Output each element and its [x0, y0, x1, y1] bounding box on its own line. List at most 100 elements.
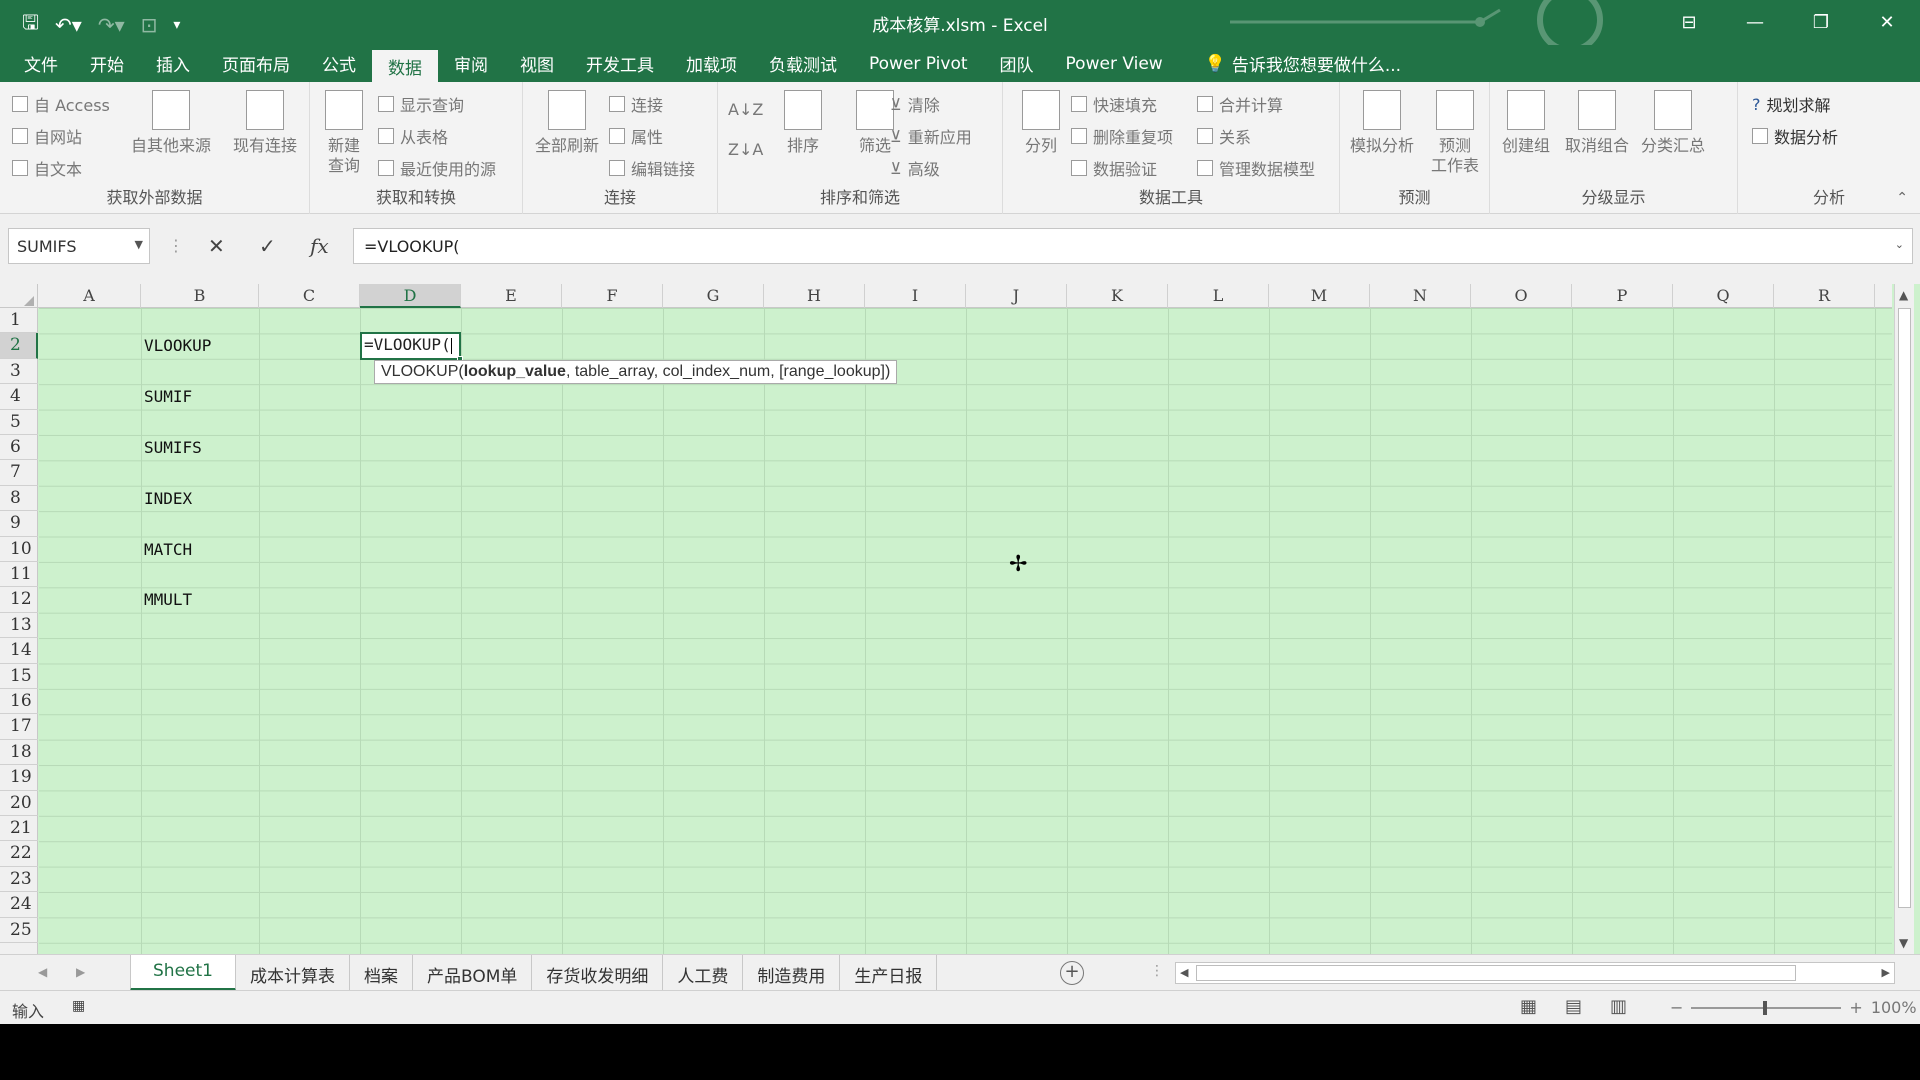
- properties-button[interactable]: 属性: [609, 124, 663, 148]
- sheet-tab-8[interactable]: 生产日报: [840, 955, 938, 991]
- tab-load-test[interactable]: 负载测试: [753, 45, 853, 82]
- sheet-tab-2[interactable]: 成本计算表: [236, 955, 350, 991]
- column-header-c[interactable]: C: [259, 284, 360, 308]
- scroll-right-icon[interactable]: ▶: [1882, 966, 1890, 979]
- column-header-n[interactable]: N: [1370, 284, 1471, 308]
- expand-formula-icon[interactable]: ⌄: [1895, 238, 1904, 251]
- row-header-16[interactable]: 16: [0, 689, 38, 715]
- row-header-6[interactable]: 6: [0, 435, 38, 461]
- consolidate-button[interactable]: 合并计算: [1197, 92, 1283, 116]
- row-header-14[interactable]: 14: [0, 638, 38, 664]
- existing-connections-button[interactable]: 现有连接: [225, 90, 305, 156]
- tab-home[interactable]: 开始: [74, 45, 140, 82]
- tooltip-current-arg[interactable]: lookup_value: [464, 363, 566, 380]
- what-if-button[interactable]: 模拟分析: [1344, 90, 1420, 156]
- sort-ascending-button[interactable]: A↓Z: [728, 100, 763, 119]
- row-header-17[interactable]: 17: [0, 714, 38, 740]
- column-header-e[interactable]: E: [461, 284, 562, 308]
- tab-team[interactable]: 团队: [984, 45, 1050, 82]
- column-header-l[interactable]: L: [1168, 284, 1269, 308]
- splitter-grip[interactable]: ⋮: [1150, 963, 1164, 979]
- zoom-slider-knob[interactable]: [1763, 1000, 1768, 1015]
- page-layout-view-icon[interactable]: ▤: [1565, 996, 1582, 1017]
- row-header-7[interactable]: 7: [0, 460, 38, 486]
- manage-data-model-button[interactable]: 管理数据模型: [1197, 156, 1315, 180]
- row-header-18[interactable]: 18: [0, 740, 38, 766]
- tab-page-layout[interactable]: 页面布局: [206, 45, 306, 82]
- from-access-button[interactable]: 自 Access: [12, 92, 110, 116]
- column-header-q[interactable]: Q: [1673, 284, 1774, 308]
- prev-sheet-icon[interactable]: ◀: [38, 965, 47, 979]
- show-queries-button[interactable]: 显示查询: [378, 92, 464, 116]
- insert-function-icon[interactable]: fx: [310, 234, 329, 258]
- row-header-21[interactable]: 21: [0, 816, 38, 842]
- tab-insert[interactable]: 插入: [140, 45, 206, 82]
- scroll-left-icon[interactable]: ◀: [1180, 966, 1188, 979]
- row-header-19[interactable]: 19: [0, 765, 38, 791]
- row-header-2[interactable]: 2: [0, 333, 38, 359]
- chevron-down-icon[interactable]: ▼: [135, 238, 143, 251]
- macro-record-icon[interactable]: ▦: [72, 998, 85, 1014]
- column-header-j[interactable]: J: [966, 284, 1067, 308]
- tooltip-function[interactable]: VLOOKUP(: [381, 363, 464, 380]
- sheet-tab-3[interactable]: 档案: [350, 955, 413, 991]
- sheet-tab-5[interactable]: 存货收发明细: [532, 955, 664, 991]
- tab-power-view[interactable]: Power View: [1050, 45, 1179, 82]
- reapply-button[interactable]: ⊻ 重新应用: [890, 124, 972, 148]
- cell-b12[interactable]: MMULT: [144, 590, 192, 609]
- sheet-tab-4[interactable]: 产品BOM单: [413, 955, 533, 991]
- sheet-tab-7[interactable]: 制造费用: [743, 955, 841, 991]
- row-header-13[interactable]: 13: [0, 613, 38, 639]
- column-header-i[interactable]: I: [865, 284, 966, 308]
- tell-me-box[interactable]: 💡 告诉我您想要做什么...: [1189, 45, 1417, 82]
- data-analysis-button[interactable]: 数据分析: [1752, 124, 1838, 148]
- vertical-scrollbar[interactable]: ▲ ▼: [1894, 284, 1914, 954]
- sheet-tab-6[interactable]: 人工费: [663, 955, 744, 991]
- zoom-level[interactable]: 100%: [1871, 998, 1917, 1017]
- zoom-out-icon[interactable]: −: [1670, 998, 1683, 1017]
- advanced-button[interactable]: ⊻ 高级: [890, 156, 940, 180]
- close-button[interactable]: ✕: [1854, 0, 1920, 45]
- horizontal-scrollbar[interactable]: ◀ ▶: [1175, 962, 1895, 984]
- row-header-20[interactable]: 20: [0, 791, 38, 816]
- scroll-up-icon[interactable]: ▲: [1899, 288, 1908, 302]
- subtotal-button[interactable]: 分类汇总: [1636, 90, 1710, 156]
- cell-b8[interactable]: INDEX: [144, 489, 192, 508]
- new-query-button[interactable]: 新建 查询: [314, 90, 374, 176]
- column-header-r[interactable]: R: [1774, 284, 1875, 308]
- select-all-corner[interactable]: [0, 284, 38, 308]
- edit-links-button[interactable]: 编辑链接: [609, 156, 695, 180]
- zoom-in-icon[interactable]: +: [1849, 998, 1862, 1017]
- vertical-scroll-thumb[interactable]: [1898, 308, 1911, 908]
- row-header-10[interactable]: 10: [0, 537, 38, 562]
- column-header-h[interactable]: H: [764, 284, 865, 308]
- column-header-o[interactable]: O: [1471, 284, 1572, 308]
- group-button[interactable]: 创建组: [1494, 90, 1558, 156]
- column-header-a[interactable]: A: [38, 284, 141, 308]
- flash-fill-button[interactable]: 快速填充: [1071, 92, 1157, 116]
- tab-developer[interactable]: 开发工具: [570, 45, 670, 82]
- active-cell[interactable]: =VLOOKUP(: [360, 332, 463, 362]
- column-header-b[interactable]: B: [141, 284, 259, 308]
- data-validation-button[interactable]: 数据验证: [1071, 156, 1157, 180]
- clear-button[interactable]: ⊻ 清除: [890, 92, 940, 116]
- row-header-9[interactable]: 9: [0, 511, 38, 537]
- tab-formulas[interactable]: 公式: [306, 45, 372, 82]
- recent-sources-button[interactable]: 最近使用的源: [378, 156, 496, 180]
- minimize-button[interactable]: —: [1722, 0, 1788, 45]
- row-header-1[interactable]: 1: [0, 308, 38, 334]
- cell-b4[interactable]: SUMIF: [144, 387, 192, 406]
- row-header-8[interactable]: 8: [0, 486, 38, 512]
- from-web-button[interactable]: 自网站: [12, 124, 82, 148]
- from-other-sources-button[interactable]: 自其他来源: [126, 90, 216, 156]
- from-text-button[interactable]: 自文本: [12, 156, 82, 180]
- name-box[interactable]: SUMIFS ▼: [8, 228, 150, 264]
- row-header-22[interactable]: 22: [0, 841, 38, 867]
- refresh-all-button[interactable]: 全部刷新: [527, 90, 607, 156]
- text-to-columns-button[interactable]: 分列: [1011, 90, 1071, 156]
- relationships-button[interactable]: 关系: [1197, 124, 1251, 148]
- tab-addins[interactable]: 加载项: [670, 45, 753, 82]
- tab-file[interactable]: 文件: [8, 45, 74, 82]
- solver-button[interactable]: ? 规划求解: [1752, 92, 1831, 116]
- cell-b10[interactable]: MATCH: [144, 540, 192, 559]
